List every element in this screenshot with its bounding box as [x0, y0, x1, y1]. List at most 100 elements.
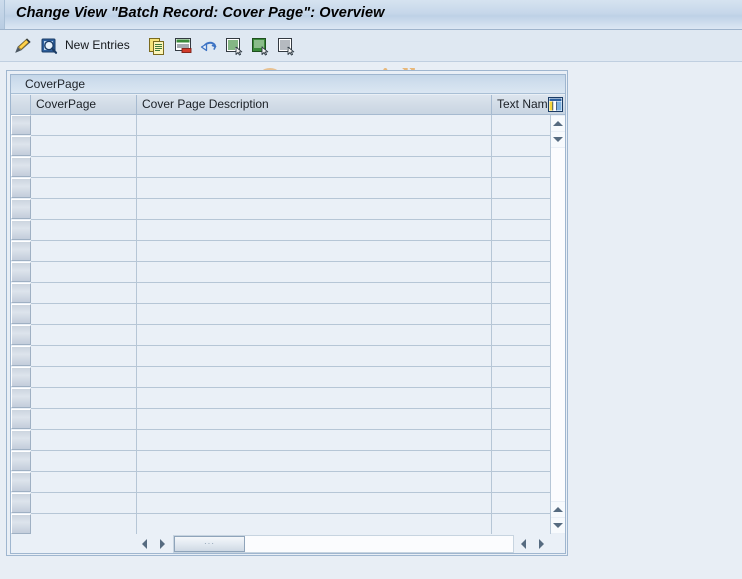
table-row[interactable] — [11, 409, 550, 430]
row-selector-button[interactable] — [11, 430, 31, 450]
cell-coverpage[interactable] — [31, 304, 137, 325]
cell-textname[interactable] — [492, 451, 550, 472]
table-row[interactable] — [11, 367, 550, 388]
scroll-page-right-button[interactable] — [534, 536, 549, 552]
row-selector-button[interactable] — [11, 262, 31, 282]
cell-textname[interactable] — [492, 220, 550, 241]
cell-coverpage[interactable] — [31, 157, 137, 178]
undo-icon[interactable] — [198, 35, 220, 57]
row-selector-button[interactable] — [11, 136, 31, 156]
row-selector-button[interactable] — [11, 304, 31, 324]
cell-coverpage[interactable] — [31, 430, 137, 451]
cell-textname[interactable] — [492, 136, 550, 157]
cell-textname[interactable] — [492, 199, 550, 220]
table-row[interactable] — [11, 136, 550, 157]
table-row[interactable] — [11, 304, 550, 325]
table-row[interactable] — [11, 241, 550, 262]
row-selector-button[interactable] — [11, 388, 31, 408]
cell-textname[interactable] — [492, 493, 550, 514]
table-row[interactable] — [11, 220, 550, 241]
row-selector-button[interactable] — [11, 325, 31, 345]
horizontal-scroll-track[interactable]: ··· — [173, 535, 514, 553]
cell-description[interactable] — [137, 220, 492, 241]
cell-textname[interactable] — [492, 115, 550, 136]
row-selector-button[interactable] — [11, 493, 31, 513]
cell-coverpage[interactable] — [31, 136, 137, 157]
cell-coverpage[interactable] — [31, 241, 137, 262]
table-row[interactable] — [11, 115, 550, 136]
table-row[interactable] — [11, 514, 550, 534]
table-row[interactable] — [11, 283, 550, 304]
cell-coverpage[interactable] — [31, 514, 137, 534]
cell-coverpage[interactable] — [31, 346, 137, 367]
cell-description[interactable] — [137, 178, 492, 199]
row-selector-button[interactable] — [11, 514, 31, 534]
row-selector-button[interactable] — [11, 241, 31, 261]
select-block-icon[interactable] — [249, 35, 271, 57]
table-settings-icon[interactable] — [548, 97, 563, 112]
scroll-page-down-button[interactable] — [551, 518, 565, 533]
cell-textname[interactable] — [492, 325, 550, 346]
cell-coverpage[interactable] — [31, 262, 137, 283]
scroll-left-button[interactable] — [137, 536, 152, 552]
cell-textname[interactable] — [492, 388, 550, 409]
row-selector-button[interactable] — [11, 472, 31, 492]
cell-coverpage[interactable] — [31, 409, 137, 430]
table-row[interactable] — [11, 178, 550, 199]
cell-coverpage[interactable] — [31, 220, 137, 241]
scroll-right-button[interactable] — [155, 536, 170, 552]
cell-textname[interactable] — [492, 409, 550, 430]
cell-coverpage[interactable] — [31, 493, 137, 514]
row-selector-button[interactable] — [11, 409, 31, 429]
cell-description[interactable] — [137, 409, 492, 430]
cell-textname[interactable] — [492, 304, 550, 325]
table-row[interactable] — [11, 346, 550, 367]
vertical-scrollbar[interactable] — [550, 115, 565, 534]
table-row[interactable] — [11, 157, 550, 178]
cell-description[interactable] — [137, 115, 492, 136]
cell-description[interactable] — [137, 283, 492, 304]
cell-description[interactable] — [137, 325, 492, 346]
scroll-page-left-button[interactable] — [516, 536, 531, 552]
cell-coverpage[interactable] — [31, 388, 137, 409]
cell-textname[interactable] — [492, 283, 550, 304]
row-selector-button[interactable] — [11, 451, 31, 471]
horizontal-scroll-thumb[interactable]: ··· — [174, 536, 245, 552]
cell-description[interactable] — [137, 493, 492, 514]
table-row[interactable] — [11, 262, 550, 283]
row-selector-button[interactable] — [11, 157, 31, 177]
row-selector-button[interactable] — [11, 199, 31, 219]
cell-description[interactable] — [137, 304, 492, 325]
copy-as-icon[interactable] — [146, 35, 168, 57]
table-row[interactable] — [11, 430, 550, 451]
cell-coverpage[interactable] — [31, 178, 137, 199]
cell-coverpage[interactable] — [31, 325, 137, 346]
cell-description[interactable] — [137, 430, 492, 451]
cell-description[interactable] — [137, 472, 492, 493]
column-header-description[interactable]: Cover Page Description — [137, 95, 492, 115]
cell-description[interactable] — [137, 514, 492, 534]
cell-description[interactable] — [137, 199, 492, 220]
row-selector-button[interactable] — [11, 367, 31, 387]
scroll-page-up-button[interactable] — [551, 502, 565, 517]
cell-coverpage[interactable] — [31, 115, 137, 136]
table-row[interactable] — [11, 325, 550, 346]
table-row[interactable] — [11, 472, 550, 493]
change-edit-icon[interactable] — [12, 35, 34, 57]
row-selector-button[interactable] — [11, 178, 31, 198]
row-selector-button[interactable] — [11, 220, 31, 240]
table-row[interactable] — [11, 388, 550, 409]
cell-coverpage[interactable] — [31, 283, 137, 304]
table-row[interactable] — [11, 199, 550, 220]
cell-textname[interactable] — [492, 430, 550, 451]
row-selector-button[interactable] — [11, 283, 31, 303]
row-selector-button[interactable] — [11, 115, 31, 135]
deselect-all-icon[interactable] — [275, 35, 297, 57]
cell-textname[interactable] — [492, 514, 550, 534]
cell-description[interactable] — [137, 367, 492, 388]
cell-description[interactable] — [137, 451, 492, 472]
scroll-down-button[interactable] — [551, 132, 565, 147]
table-row[interactable] — [11, 493, 550, 514]
cell-textname[interactable] — [492, 241, 550, 262]
vertical-scroll-track[interactable] — [551, 148, 565, 501]
